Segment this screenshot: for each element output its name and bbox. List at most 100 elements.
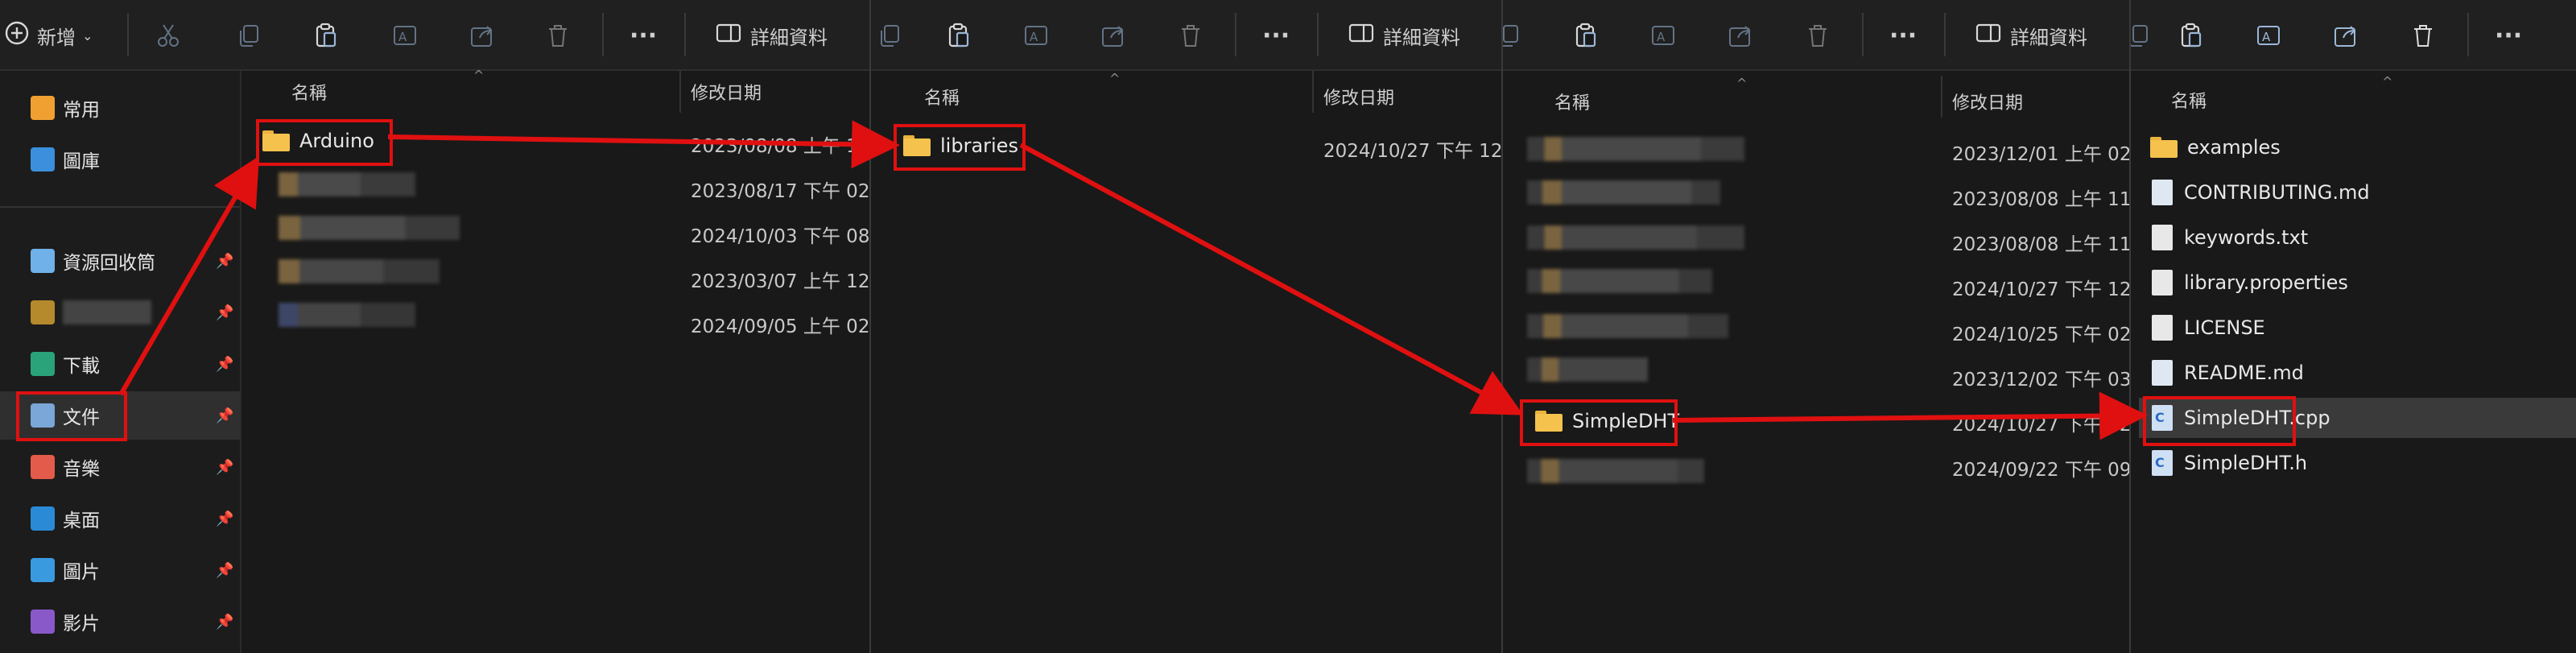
redacted-item[interactable]	[1527, 225, 1744, 250]
sidebar-item-redacted[interactable]: 📌	[0, 288, 240, 337]
redacted-item[interactable]	[279, 259, 440, 283]
details-label: 詳細資料	[2010, 26, 2087, 49]
column-divider[interactable]	[679, 71, 681, 113]
toolbar-separator	[684, 13, 686, 56]
copy-icon	[1503, 25, 1518, 47]
rename-button[interactable]: A	[1022, 19, 1050, 52]
rename-button[interactable]: A	[2255, 19, 2282, 52]
column-header-name[interactable]: 名稱	[924, 84, 960, 110]
more-options-button[interactable]: ···	[1889, 19, 1917, 52]
delete-button[interactable]	[2409, 19, 2437, 52]
sidebar-item-music[interactable]: 音樂 📌	[0, 443, 240, 491]
column-header-name[interactable]: 名稱	[291, 79, 327, 105]
copy-button[interactable]	[2131, 19, 2152, 52]
details-pane-button[interactable]: 詳細資料	[1975, 19, 2087, 52]
column-header-modified[interactable]: 修改日期	[1323, 84, 1394, 110]
redacted-item[interactable]	[279, 172, 415, 196]
pin-icon: 📌	[216, 407, 234, 424]
file-date: 2023/12/01 上午 02	[1952, 144, 2131, 165]
pin-icon: 📌	[216, 252, 234, 270]
rename-button[interactable]: A	[1649, 19, 1677, 52]
more-options-button[interactable]: ···	[630, 19, 657, 52]
copy-button[interactable]	[876, 19, 903, 52]
paste-button[interactable]	[1572, 19, 1600, 52]
highlight-box-arduino	[256, 119, 393, 166]
file-date: 2023/03/07 上午 12	[691, 271, 869, 292]
list-item[interactable]: C SimpleDHT.h	[2152, 443, 2554, 483]
new-label: 新增	[37, 26, 76, 49]
redacted-item[interactable]	[279, 303, 415, 327]
more-options-button[interactable]: ···	[2495, 19, 2522, 52]
sidebar-item-label: 資源回收筒	[63, 253, 155, 274]
list-item[interactable]: README.md	[2152, 353, 2554, 393]
trash-icon	[1182, 25, 1199, 47]
column-header-name[interactable]: 名稱	[1554, 89, 1590, 114]
sidebar-item-pictures[interactable]: 圖片 📌	[0, 546, 240, 594]
details-pane-button[interactable]: 詳細資料	[715, 19, 828, 52]
redacted-item[interactable]	[1527, 357, 1648, 382]
column-divider[interactable]	[1941, 76, 1942, 118]
paste-icon	[1575, 23, 1596, 48]
new-button[interactable]: 新增 ⌄	[3, 19, 93, 52]
sidebar-item-gallery[interactable]: 圖庫	[0, 135, 240, 184]
redacted-item[interactable]	[1527, 180, 1720, 205]
paste-icon	[2181, 23, 2202, 48]
redacted-item[interactable]	[1527, 459, 1704, 483]
redacted-item[interactable]	[1527, 269, 1712, 293]
home-icon	[31, 96, 55, 120]
share-button[interactable]	[1100, 19, 1127, 52]
list-item[interactable]: library.properties	[2152, 262, 2554, 303]
more-options-button[interactable]: ···	[1262, 19, 1290, 52]
copy-button[interactable]	[235, 19, 262, 52]
share-button[interactable]	[1727, 19, 1754, 52]
sidebar-item-recycle-bin[interactable]: 資源回收筒 📌	[0, 237, 240, 285]
details-pane-icon	[1975, 19, 2002, 52]
column-header-modified[interactable]: 修改日期	[691, 79, 762, 105]
sidebar-divider	[0, 206, 240, 208]
list-item[interactable]: CONTRIBUTING.md	[2152, 172, 2554, 213]
share-button[interactable]	[2332, 19, 2359, 52]
sidebar-item-label: 影片	[63, 614, 100, 634]
rename-button[interactable]: A	[391, 19, 419, 52]
sidebar-item-label: 常用	[63, 100, 100, 121]
cut-button[interactable]	[155, 19, 182, 52]
sidebar-item-downloads[interactable]: 下載 📌	[0, 340, 240, 388]
pin-icon: 📌	[216, 510, 234, 527]
delete-button[interactable]	[544, 19, 572, 52]
paste-button[interactable]	[2178, 19, 2205, 52]
column-header-name[interactable]: 名稱	[2171, 87, 2207, 113]
file-date: 2024/10/27 下午 12	[1952, 279, 2131, 300]
redacted-item[interactable]	[279, 216, 460, 240]
pin-icon: 📌	[216, 458, 234, 476]
pin-icon: 📌	[216, 304, 234, 321]
paste-icon	[948, 23, 969, 48]
details-pane-button[interactable]: 詳細資料	[1348, 19, 1460, 52]
column-divider[interactable]	[1312, 71, 1314, 113]
list-item[interactable]: keywords.txt	[2152, 217, 2554, 258]
gallery-icon	[31, 147, 55, 172]
redacted-item[interactable]	[1527, 137, 1744, 161]
sidebar-item-desktop[interactable]: 桌面 📌	[0, 494, 240, 543]
delete-button[interactable]	[1804, 19, 1831, 52]
explorer-window-simpledht: A ··· 名稱 ^ examples CONTRIBUTING.md keyw…	[2129, 0, 2576, 653]
file-icon	[2152, 315, 2173, 341]
c-header-file-icon: C	[2152, 450, 2173, 476]
sidebar-item-home[interactable]: 常用	[0, 84, 240, 132]
highlight-box-simpledht-cpp	[2143, 396, 2296, 446]
share-button[interactable]	[469, 19, 496, 52]
sidebar-item-videos[interactable]: 影片 📌	[0, 597, 240, 646]
redacted-item[interactable]	[1527, 314, 1728, 338]
list-item[interactable]: examples	[2150, 127, 2553, 167]
paste-button[interactable]	[312, 19, 340, 52]
rename-icon: A	[2257, 26, 2280, 45]
list-item[interactable]: LICENSE	[2152, 308, 2554, 348]
paste-button[interactable]	[945, 19, 972, 52]
pin-icon: 📌	[216, 561, 234, 579]
delete-button[interactable]	[1177, 19, 1204, 52]
highlight-box-simpledht-folder	[1520, 399, 1678, 446]
sort-ascending-icon: ^	[473, 68, 485, 83]
trash-icon	[1809, 25, 1827, 47]
file-icon	[2152, 270, 2173, 296]
copy-button[interactable]	[1503, 19, 1522, 52]
column-header-modified[interactable]: 修改日期	[1952, 89, 2023, 114]
